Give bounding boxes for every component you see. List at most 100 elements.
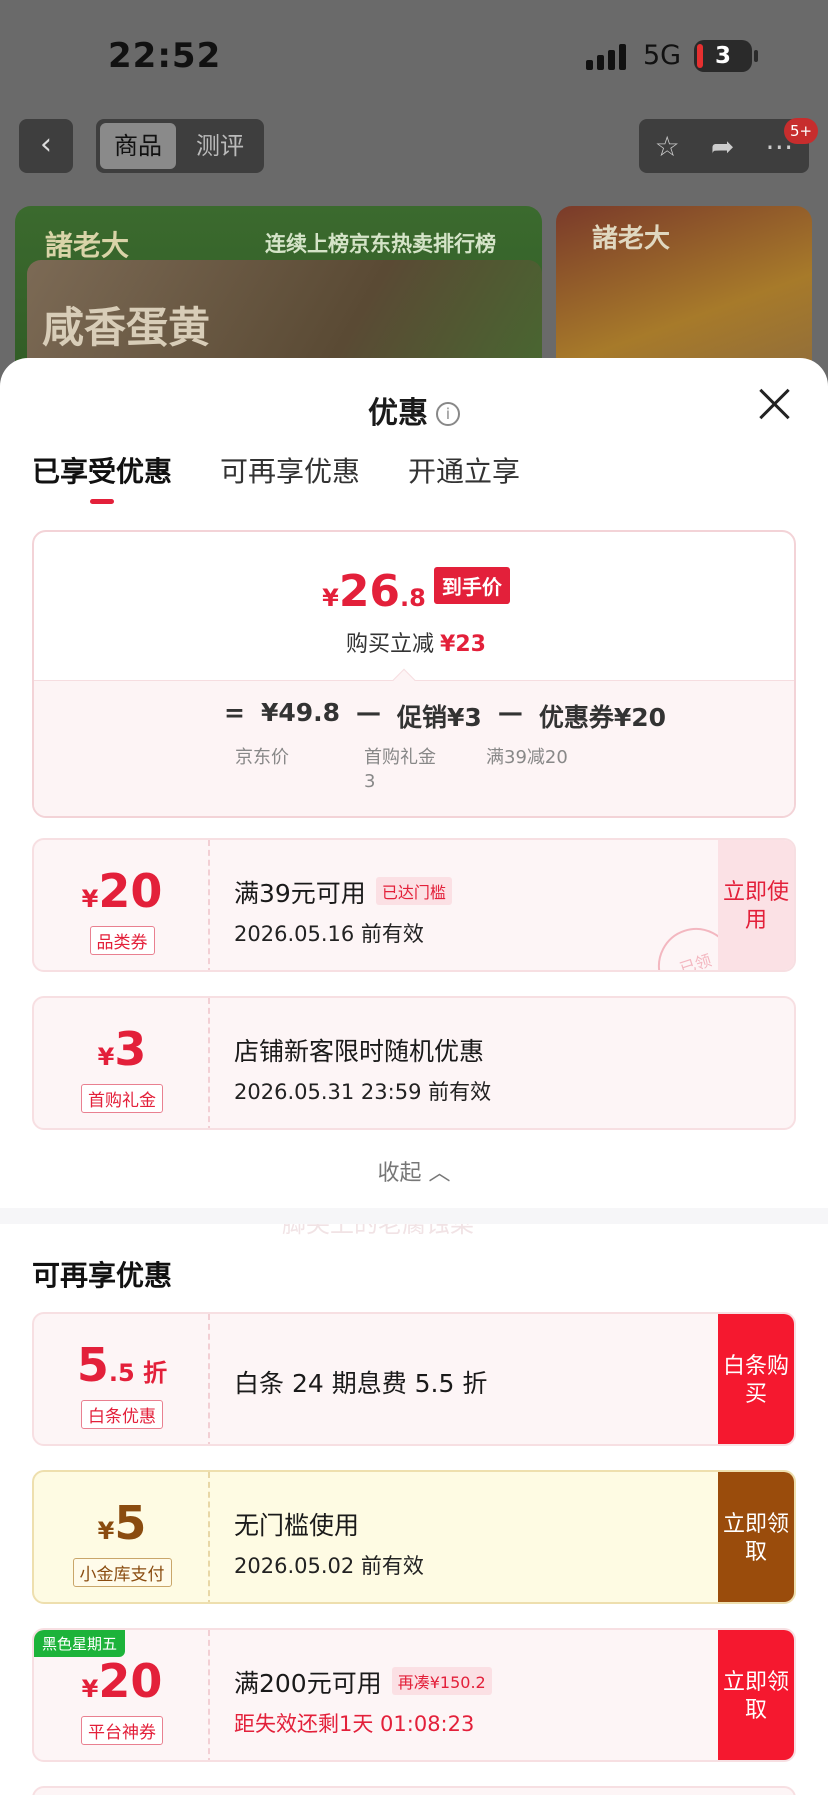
- coupon-kind: 首购礼金: [34, 1084, 210, 1113]
- tab-review[interactable]: 测评: [182, 123, 258, 169]
- brand-logo: 諸老大: [45, 229, 130, 262]
- currency-symbol: ¥: [81, 885, 99, 913]
- threshold-badge: 已达门槛: [375, 877, 452, 905]
- share-icon[interactable]: ➦: [711, 130, 734, 163]
- countdown: 距失效还剩1天 01:08:23: [234, 1712, 475, 1736]
- label-jd-price: 京东价: [235, 747, 289, 768]
- coupon-item: ¥3 首购礼金 店铺新客限时随机优惠 2026.05.31 23:59 前有效: [32, 996, 796, 1130]
- coupon-title: 满200元可用 再凑¥150.2: [234, 1664, 492, 1700]
- price-summary-card: ¥26.8 到手价 购买立减 ¥23 = ¥49.8 — 促销¥3 — 优惠券¥20…: [32, 530, 796, 818]
- collapse-label: 收起: [377, 1161, 422, 1186]
- info-icon[interactable]: i: [436, 402, 460, 426]
- coupon-kind: 白条优惠: [34, 1400, 210, 1429]
- coupon-amount: 5.5 折: [34, 1338, 210, 1392]
- claim-button[interactable]: 立即领取: [718, 1630, 794, 1760]
- final-price: ¥26.8 到手价: [34, 566, 794, 617]
- coupon-amount: ¥20: [34, 1654, 210, 1708]
- tab-product[interactable]: 商品: [100, 123, 176, 169]
- price-integer: 26: [338, 566, 401, 617]
- coupon-date: 2026.05.31 23:59 前有效: [234, 1080, 492, 1104]
- coupon-amount: ¥3: [34, 1022, 210, 1076]
- clock: 22:52: [108, 36, 222, 76]
- coupon-kind-label: 小金库支付: [72, 1558, 172, 1587]
- product-page-background: 22:52 5G 3 ‹ 商品 测评 ☆ ➦ ⋯ 5+ 諸老大 连续上榜京东热卖…: [0, 0, 828, 406]
- currency-symbol: ¥: [322, 584, 339, 612]
- black-friday-tag: 黑色星期五: [34, 1630, 126, 1657]
- network-label: 5G: [643, 40, 682, 71]
- claim-button[interactable]: 立即领取: [718, 1472, 794, 1602]
- baitiao-buy-button[interactable]: 白条购买: [718, 1314, 794, 1444]
- amount-value: 5: [76, 1338, 109, 1392]
- coupon-item[interactable]: 5.5 折 白条优惠 白条 24 期息费 5.5 折 白条购买: [32, 1312, 796, 1446]
- currency-symbol: ¥: [81, 1675, 99, 1703]
- message-badge: 5+: [784, 118, 819, 144]
- star-icon[interactable]: ☆: [655, 130, 680, 163]
- label-coupon-rule: 满39减20: [486, 747, 568, 768]
- currency-symbol: ¥: [97, 1517, 115, 1545]
- coupon-title: 白条 24 期息费 5.5 折: [234, 1369, 488, 1398]
- coupon-amount: ¥20: [34, 864, 210, 918]
- chevron-left-icon: ‹: [40, 127, 52, 162]
- currency-symbol: ¥: [97, 1043, 115, 1071]
- section-divider: [0, 1208, 828, 1224]
- coupon-item: [32, 1786, 796, 1795]
- coupon-kind-label: 平台神券: [81, 1716, 163, 1745]
- coupon-title-text: 满200元可用: [234, 1669, 382, 1698]
- coupon-amount: ¥5: [34, 1496, 210, 1550]
- final-price-tag: 到手价: [433, 567, 510, 604]
- amount-unit: .5 折: [108, 1359, 168, 1387]
- amount-value: 20: [98, 1654, 163, 1708]
- discount-tabs: 已享受优惠 可再享优惠 开通立享: [32, 450, 520, 504]
- tab-activate[interactable]: 开通立享: [408, 450, 520, 504]
- coupon-item[interactable]: 黑色星期五 ¥20 平台神券 满200元可用 再凑¥150.2 距失效还剩1天 0…: [32, 1628, 796, 1762]
- save-value: ¥23: [440, 632, 486, 657]
- amount-value: 3: [114, 1022, 147, 1076]
- coupon-kind-label: 品类券: [89, 926, 155, 955]
- sheet-title-text: 优惠: [368, 396, 428, 431]
- price-decimal: .8: [400, 584, 426, 612]
- discount-sheet: 优惠 i 已享受优惠 可再享优惠 开通立享 ¥26.8 到手价 购买立减 ¥23 = …: [0, 358, 828, 1795]
- tab-more[interactable]: 可再享优惠: [220, 450, 360, 504]
- add-more-badge: 再凑¥150.2: [391, 1667, 492, 1695]
- banner-headline: 咸香蛋黄: [42, 303, 211, 352]
- collapse-button[interactable]: 收起 ︿: [0, 1155, 828, 1187]
- battery-indicator: 3: [694, 40, 758, 72]
- coupon-item[interactable]: ¥5 小金库支付 无门槛使用 2026.05.02 前有效 立即领取: [32, 1470, 796, 1604]
- coupon-date: 2026.05.16 前有效: [234, 922, 424, 946]
- coupon-date: 2026.05.02 前有效: [234, 1554, 424, 1578]
- coupon-title: 无门槛使用: [234, 1511, 360, 1540]
- coupon-title: 店铺新客限时随机优惠: [234, 1037, 485, 1066]
- amount-value: 5: [114, 1496, 147, 1550]
- coupon-item[interactable]: ¥20 品类券 满39元可用 已达门槛 2026.05.16 前有效 已领 立即使…: [32, 838, 796, 972]
- close-icon[interactable]: [756, 386, 792, 422]
- status-bar: 22:52 5G 3: [0, 0, 828, 110]
- amount-value: 20: [98, 864, 163, 918]
- formula-promo: 促销¥3: [397, 703, 482, 732]
- coupon-kind: 小金库支付: [34, 1558, 210, 1587]
- coupon-kind: 品类券: [34, 926, 210, 955]
- formula-minus: —: [356, 698, 382, 727]
- coupon-title: 满39元可用 已达门槛: [234, 874, 452, 910]
- tab-enjoyed[interactable]: 已享受优惠: [32, 450, 172, 504]
- formula-minus: —: [497, 698, 523, 727]
- label-first-gift: 首购礼金 3: [364, 747, 436, 792]
- formula-coupon: 优惠券¥20: [538, 703, 667, 732]
- save-label: 购买立减: [346, 632, 435, 657]
- chevron-up-icon: ︿: [428, 1161, 451, 1186]
- formula-equals: =: [224, 698, 245, 727]
- back-button[interactable]: ‹: [19, 119, 73, 173]
- price-formula: = ¥49.8 — 促销¥3 — 优惠券¥20: [224, 698, 666, 734]
- banner-slogan: 连续上榜京东热卖排行榜: [265, 232, 496, 256]
- coupon-kind-label: 白条优惠: [81, 1400, 163, 1429]
- brand-logo-2: 諸老大: [592, 224, 671, 254]
- coupon-kind-label: 首购礼金: [81, 1084, 163, 1113]
- coupon-kind: 平台神券: [34, 1716, 210, 1745]
- sheet-title: 优惠 i: [0, 388, 828, 432]
- signal-icon: [586, 44, 632, 70]
- coupon-title-text: 满39元可用: [234, 879, 366, 908]
- use-now-button[interactable]: 立即使用: [718, 840, 794, 970]
- formula-jd-price: ¥49.8: [260, 698, 341, 727]
- more-discounts-title: 可再享优惠: [32, 1259, 173, 1292]
- product-review-switch[interactable]: 商品 测评: [96, 119, 264, 173]
- save-line: 购买立减 ¥23: [34, 626, 794, 658]
